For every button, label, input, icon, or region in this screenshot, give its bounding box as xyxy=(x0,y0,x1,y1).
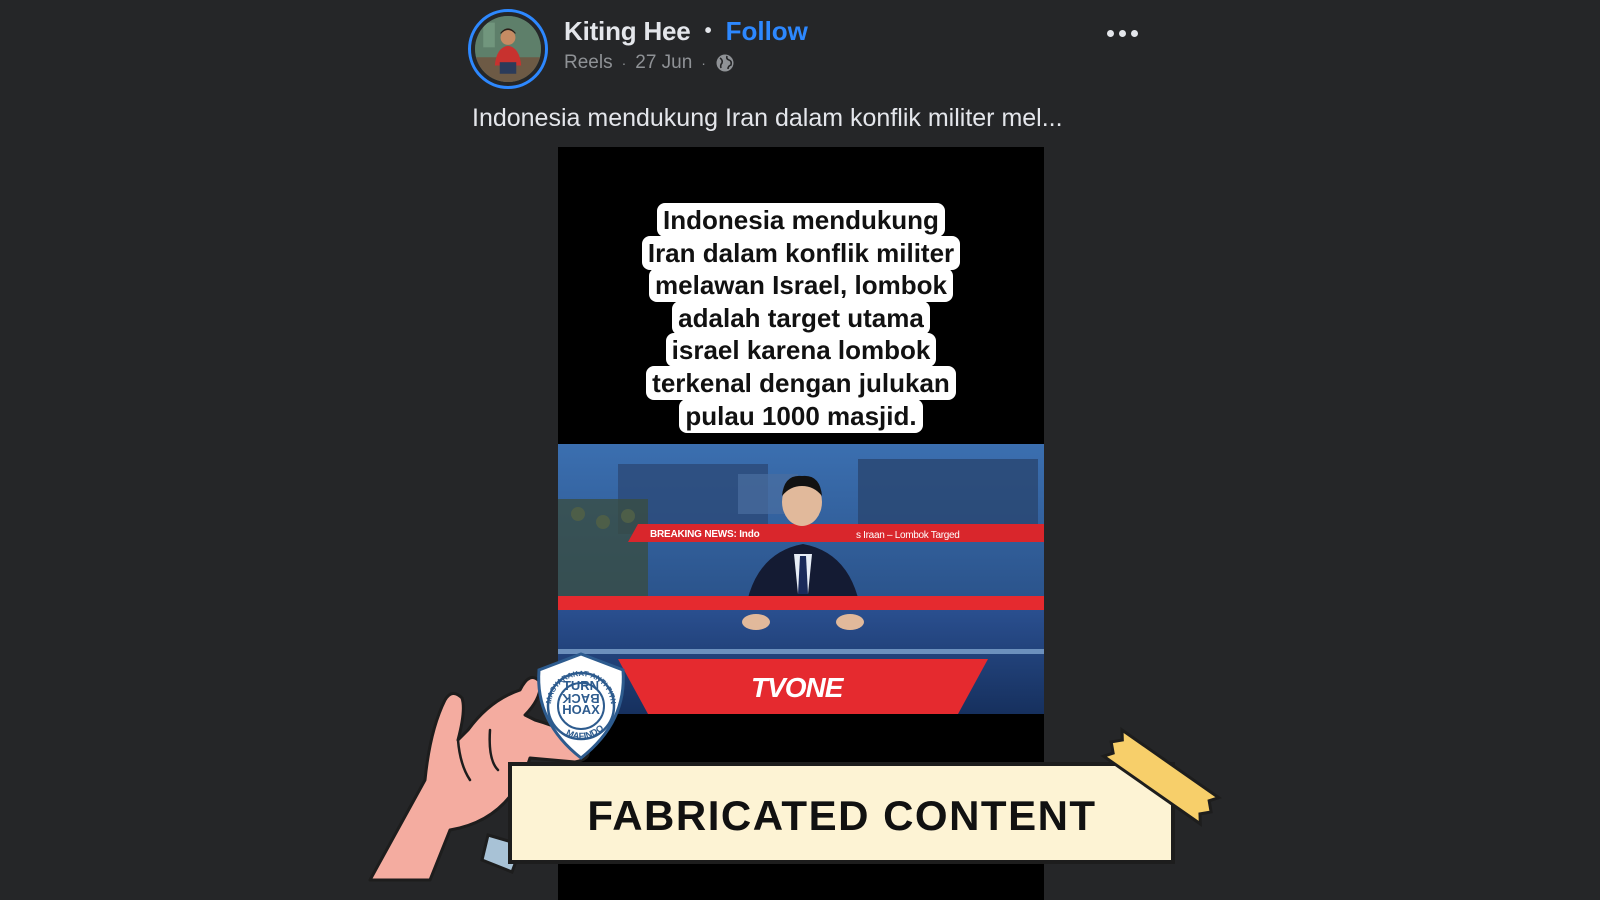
caption-line: adalah target utama xyxy=(672,300,930,335)
news-broadcast-frame: BREAKING NEWS: Indo s Iraan – Lombok Tar… xyxy=(558,444,1044,714)
author-name[interactable]: Kiting Hee xyxy=(564,16,691,47)
fabricated-content-banner: FABRICATED CONTENT xyxy=(480,727,1222,874)
more-options-icon[interactable] xyxy=(1100,18,1144,48)
video-overlay-caption: Indonesia mendukung Iran dalam konflik m… xyxy=(641,203,961,433)
post-source[interactable]: Reels xyxy=(564,52,613,74)
fabricated-content-label: FABRICATED CONTENT xyxy=(587,792,1097,839)
caption-line: israel karena lombok xyxy=(665,333,937,368)
more-dot xyxy=(1106,29,1114,37)
caption-line: Iran dalam konflik militer xyxy=(641,235,961,270)
news-ticker-label: BREAKING NEWS: Indo xyxy=(650,529,760,540)
caption-line: pulau 1000 masjid. xyxy=(679,398,923,433)
meta-dot: · xyxy=(621,55,627,71)
channel-logo: TVONE xyxy=(751,672,843,703)
avatar[interactable] xyxy=(468,9,548,89)
badge-center-text: TURN BACK HOAX xyxy=(535,679,627,716)
avatar-photo xyxy=(475,16,541,82)
post-caption[interactable]: Indonesia mendukung Iran dalam konflik m… xyxy=(472,104,1063,133)
caption-line: Indonesia mendukung xyxy=(657,203,945,237)
author-separator: • xyxy=(704,20,712,42)
caption-line: terkenal dengan julukan xyxy=(646,365,956,400)
author-line: Kiting Hee • Follow xyxy=(564,16,808,47)
post-date[interactable]: 27 Jun xyxy=(635,52,692,74)
caption-line: melawan Israel, lombok xyxy=(649,268,953,303)
news-ticker-tail: s Iraan – Lombok Targed xyxy=(856,530,960,541)
follow-button[interactable]: Follow xyxy=(726,16,808,47)
globe-icon xyxy=(715,53,735,73)
more-dot xyxy=(1130,29,1138,37)
meta-dot: · xyxy=(701,55,706,71)
badge-word-back: BACK xyxy=(562,691,600,706)
more-dot xyxy=(1118,29,1126,37)
mafindo-badge: MASYARAKAT ANTI FITNAH INDONESIA MAFINDO… xyxy=(532,645,627,760)
post-meta: Reels · 27 Jun · xyxy=(564,52,735,74)
